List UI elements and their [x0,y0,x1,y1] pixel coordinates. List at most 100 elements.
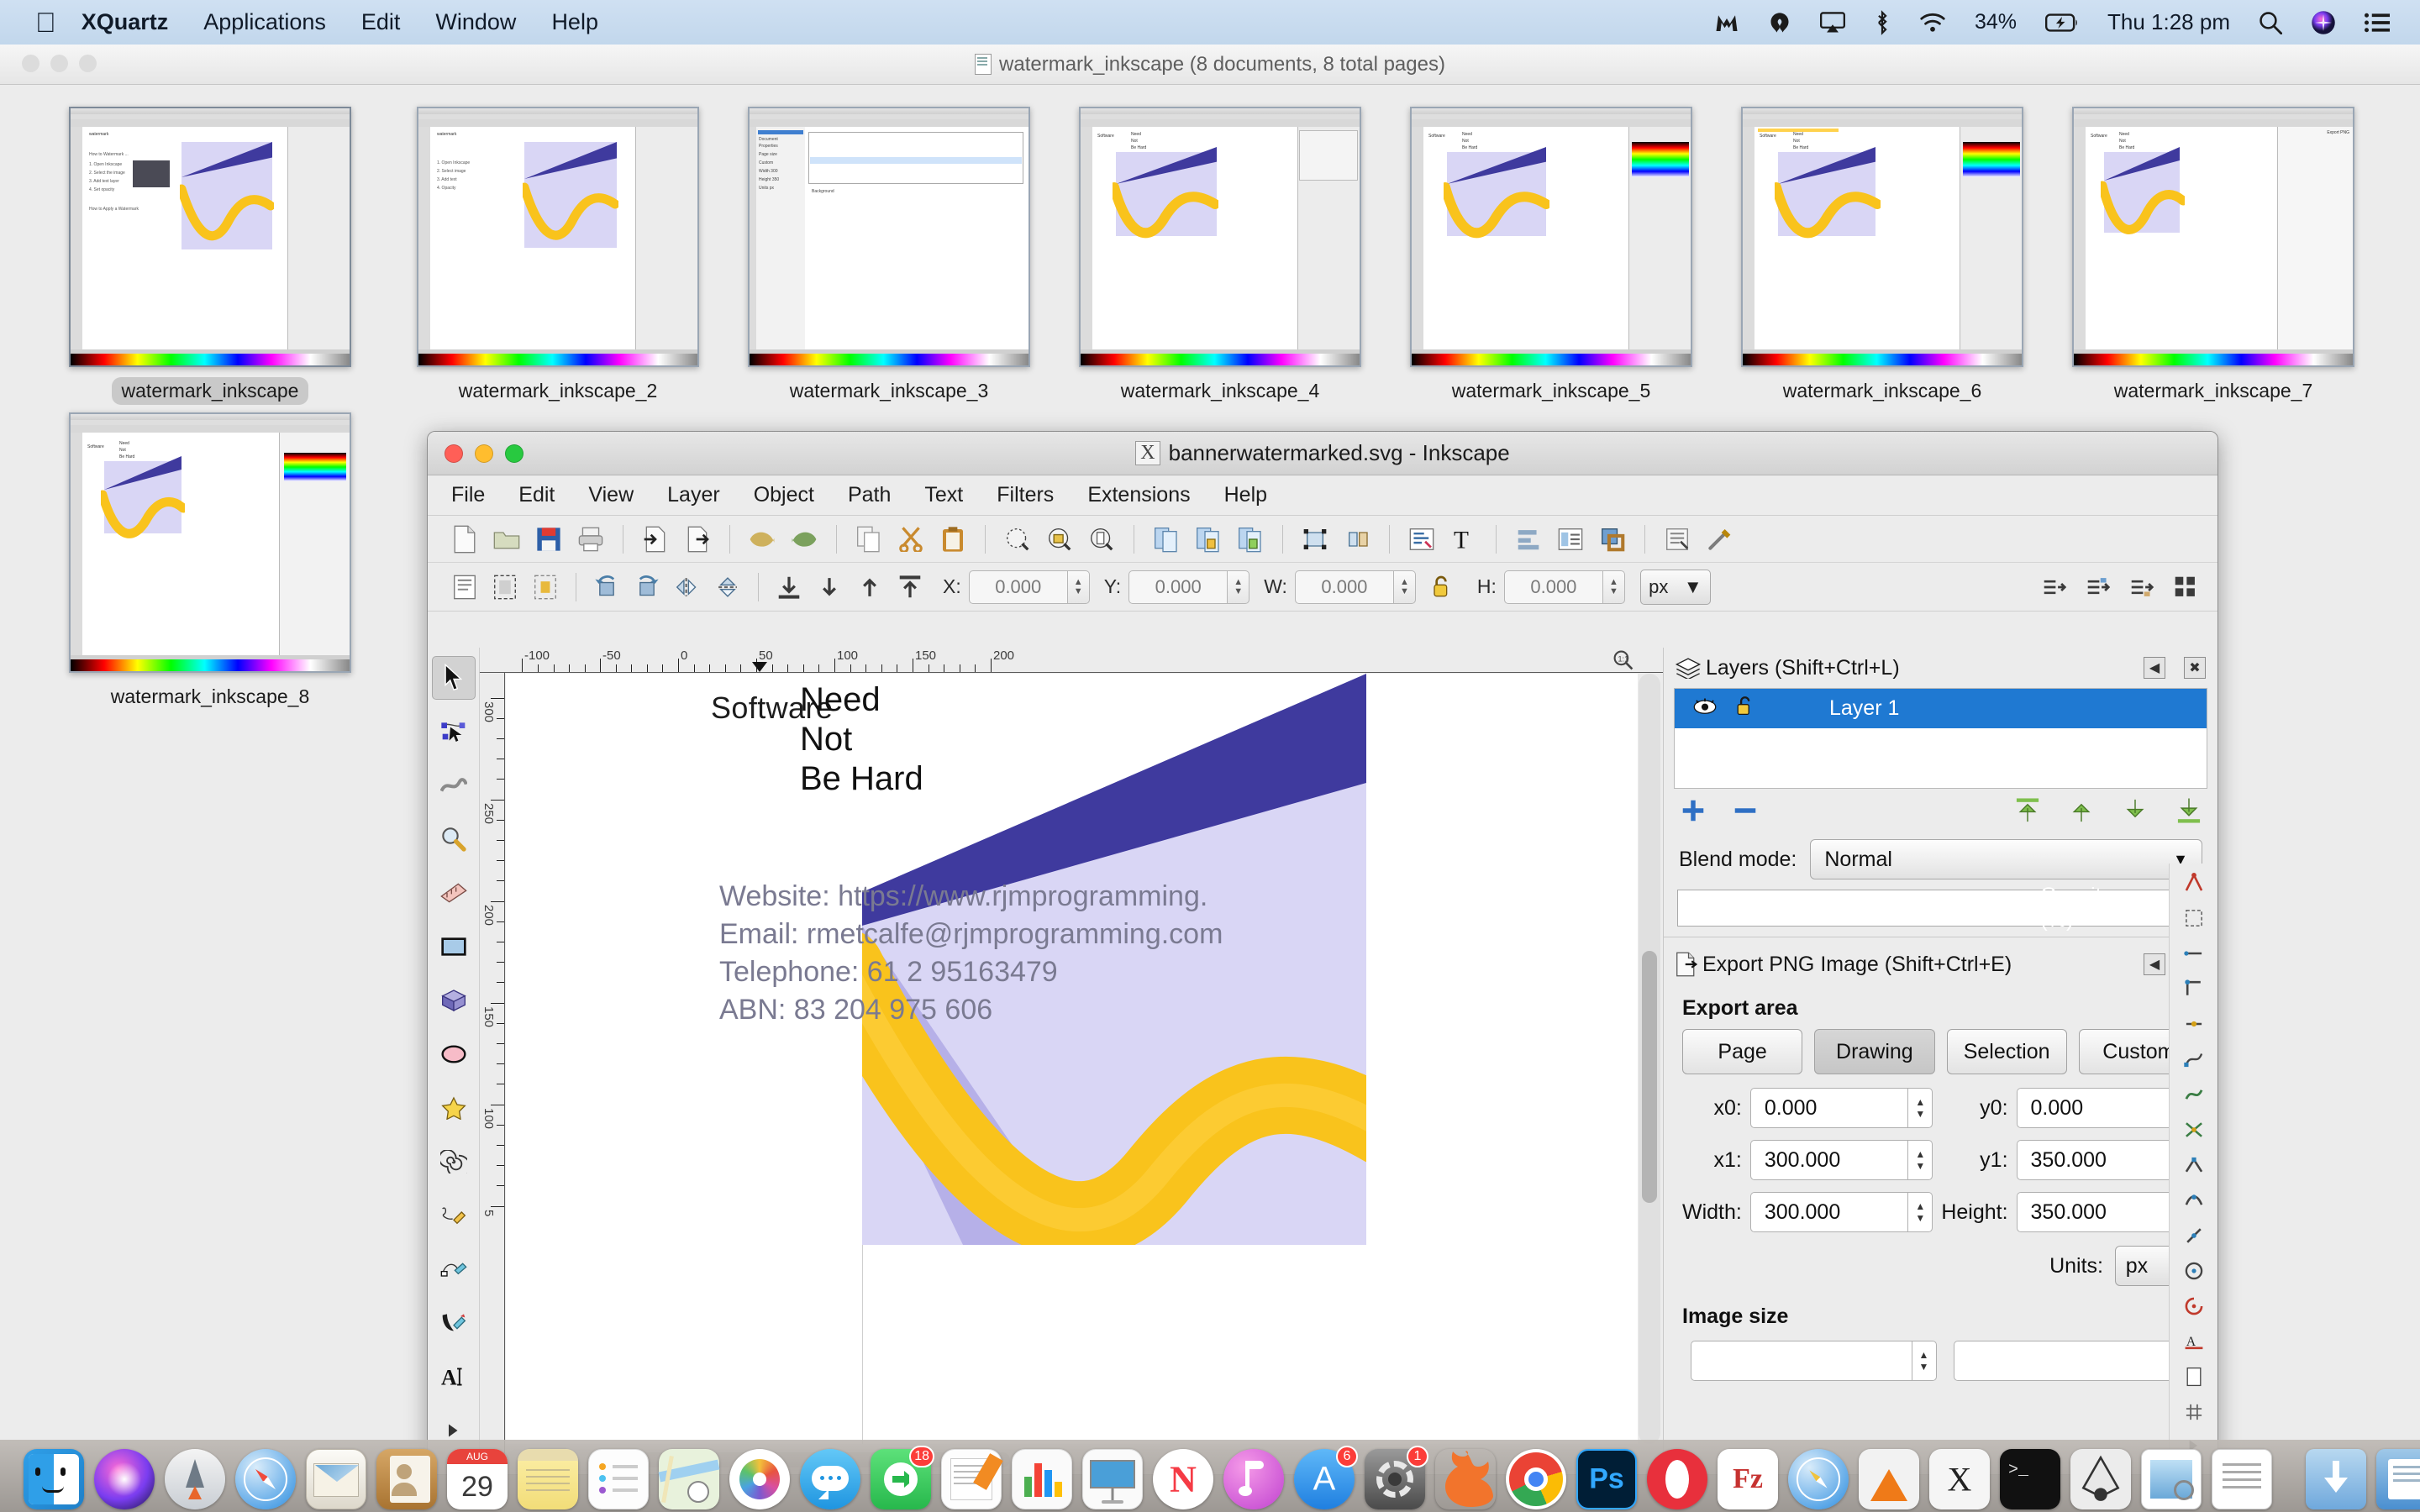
snap-bounding-box-icon[interactable] [2177,907,2211,929]
snap-nodes-icon[interactable] [2177,1048,2211,1070]
zoom-drawing-icon[interactable] [1041,521,1078,558]
calligraphy-tool-icon[interactable] [432,1301,476,1345]
x1-stepper[interactable]: ▲ ▼ [1907,1140,1933,1180]
x0-input[interactable]: 0.000 [1749,1088,1908,1128]
menubar-clock[interactable]: Thu 1:28 pm [2107,9,2230,35]
ungroup-icon[interactable] [1339,521,1376,558]
opera-icon[interactable] [1647,1449,1707,1509]
window-traffic-lights[interactable] [22,55,97,72]
lower-layer-to-bottom-icon[interactable] [2175,797,2202,831]
thumbnail-preview[interactable]: watermark How to Watermark ... 1. Open I… [69,107,351,367]
snap-cusp-node-icon[interactable] [2177,1154,2211,1176]
inkscape-window[interactable]: X bannerwatermarked.svg - Inkscape File … [427,431,2218,1475]
tweak-tool-icon[interactable] [432,764,476,807]
menu-text[interactable]: Text [924,483,963,507]
text-tool-icon[interactable]: A [432,1355,476,1399]
export-area-page-button[interactable]: Page [1682,1029,1803,1074]
photos-icon[interactable] [729,1449,790,1509]
reminders-icon[interactable] [588,1449,649,1509]
collapse-icon[interactable]: ◀ [2144,657,2165,679]
image-width-stepper[interactable]: ▲ ▼ [1911,1341,1937,1381]
preview-icon[interactable] [2141,1449,2202,1509]
thumbnail-watermark-inkscape-6[interactable]: Software Need Not Be Hard watermark_inks… [1741,107,2023,405]
star-tool-icon[interactable] [432,1086,476,1130]
horizontal-ruler[interactable]: -100 -50 0 50 100 150 200 [480,648,1663,673]
lock-aspect-ratio-icon[interactable] [1423,569,1460,606]
thumbnail-watermark-inkscape-4[interactable]: Software Need Not Be Hard watermark_inks… [1079,107,1361,405]
photoshop-icon[interactable]: Ps [1576,1449,1637,1509]
transform-pattern-icon[interactable] [2123,569,2160,606]
thumbnail-watermark-inkscape-7[interactable]: Software Need Not Be Hard Export PNG wat… [2072,107,2354,405]
text-and-font-icon[interactable]: T [1445,521,1482,558]
unlink-clone-icon[interactable] [1232,521,1269,558]
close-panel-icon[interactable]: ✖ [2184,657,2206,679]
y-stepper[interactable]: ▲ ▼ [1228,570,1250,604]
notification-center-icon[interactable] [2365,13,2390,33]
ellipse-tool-icon[interactable] [432,1032,476,1076]
zoom-button[interactable] [505,444,523,463]
preferences-icon[interactable] [1701,521,1738,558]
thumbnail-watermark-inkscape[interactable]: watermark How to Watermark ... 1. Open I… [69,107,351,405]
raise-layer-icon[interactable] [2068,797,2095,831]
unlocked-icon[interactable] [1735,695,1754,722]
xquartz-icon[interactable]: X [1929,1449,1990,1509]
menu-layer[interactable]: Layer [667,483,720,507]
downloads-stack-icon[interactable] [2306,1449,2366,1509]
zoom-level-icon[interactable]: 1:1 [1612,649,1634,675]
image-height-input[interactable] [1953,1341,2174,1381]
opacity-slider[interactable]: Opacity (%) 100.0 [1677,884,2182,932]
chrome-icon[interactable] [1506,1449,1566,1509]
height-input[interactable]: 350.000 [2016,1192,2174,1232]
bezier-tool-icon[interactable] [432,1247,476,1291]
snap-smooth-node-icon[interactable] [2177,1189,2211,1211]
flip-vertical-icon[interactable] [709,569,746,606]
measure-tool-icon[interactable] [432,871,476,915]
inkscape-icon[interactable] [2070,1449,2131,1509]
thumbnail-watermark-inkscape-3[interactable]: Document Properties Page size Custom Wid… [748,107,1030,405]
eye-icon[interactable] [1693,696,1717,721]
blend-mode-select[interactable]: Normal ▼ [1810,839,2202,879]
thumbnail-preview[interactable]: Document Properties Page size Custom Wid… [748,107,1030,367]
numbers-icon[interactable] [1012,1449,1072,1509]
x1-input[interactable]: 300.000 [1749,1140,1908,1180]
paste-icon[interactable] [934,521,971,558]
snap-grid-icon[interactable] [2177,1401,2211,1423]
y0-input[interactable]: 0.000 [2016,1088,2174,1128]
redo-icon[interactable] [786,521,823,558]
undo-icon[interactable] [744,521,781,558]
menu-item-applications[interactable]: Applications [203,9,326,35]
thumbnail-preview[interactable]: Software Need Not Be Hard Export PNG [2072,107,2354,367]
y-input[interactable]: 0.000 [1128,570,1228,604]
thumbnail-preview[interactable]: Software Need Not Be Hard [1410,107,1692,367]
zoom-selection-icon[interactable] [999,521,1036,558]
keynote-icon[interactable] [1082,1449,1143,1509]
h-stepper[interactable]: ▲ ▼ [1602,570,1625,604]
layer-row[interactable]: Layer 1 [1675,689,2207,728]
battery-charging-icon[interactable] [2045,13,2079,32]
wifi-icon[interactable] [1919,13,1946,33]
export-icon[interactable] [679,521,716,558]
document-properties-icon[interactable] [1659,521,1696,558]
minimize-button[interactable] [475,444,493,463]
select-all-icon[interactable] [446,569,483,606]
xml-editor-icon[interactable] [1403,521,1440,558]
mail-icon[interactable] [306,1449,366,1509]
rotate-cw-icon[interactable] [629,569,666,606]
firefox-dev-icon[interactable] [1435,1449,1496,1509]
lower-to-bottom-icon[interactable] [771,569,808,606]
deselect-icon[interactable] [527,569,564,606]
scrollbar-thumb[interactable] [1642,951,1657,1203]
spiral-tool-icon[interactable] [432,1140,476,1184]
opacity-row[interactable]: Opacity (%) 100.0 ▲▼ [1677,884,2204,932]
launchpad-icon[interactable] [165,1449,225,1509]
thumbnail-watermark-inkscape-2[interactable]: watermark 1. Open Inkscape 2. Select ima… [417,107,699,405]
menu-item-edit[interactable]: Edit [361,9,401,35]
facetime-icon[interactable]: 18 [871,1446,934,1509]
inkscape-titlebar[interactable]: X bannerwatermarked.svg - Inkscape [428,432,2217,475]
menu-help[interactable]: Help [1224,483,1267,507]
vlc-icon[interactable] [1859,1449,1919,1509]
print-icon[interactable] [572,521,609,558]
x0-stepper[interactable]: ▲ ▼ [1907,1088,1933,1128]
terminal-icon[interactable]: >_ [2000,1449,2060,1509]
siri-icon[interactable] [2311,10,2336,35]
